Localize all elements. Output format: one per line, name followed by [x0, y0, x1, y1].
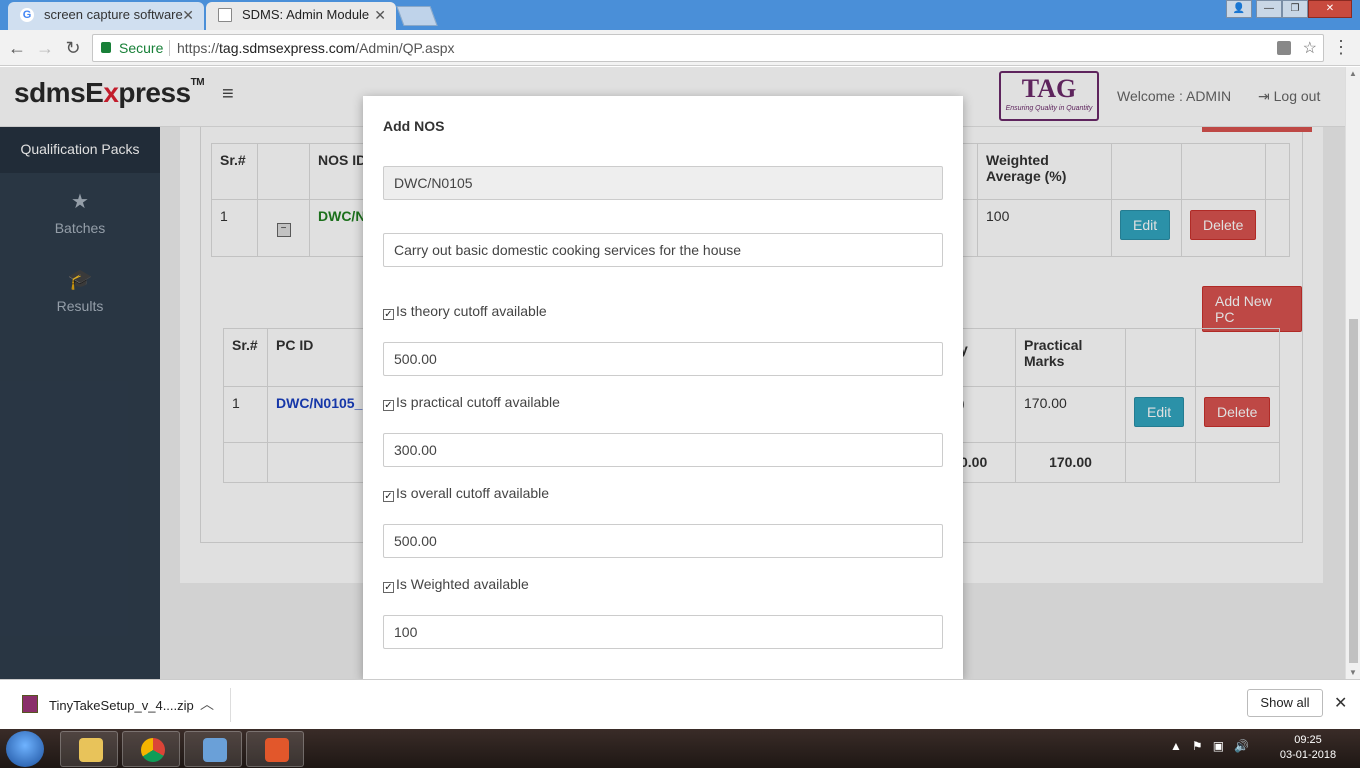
clock-time: 09:25 [1294, 734, 1322, 746]
tab-title: SDMS: Admin Module [242, 7, 370, 22]
downloads-bar: TinyTakeSetup_v_4....zip ︿ Show all ✕ [0, 679, 1360, 729]
overall-cutoff-checkbox[interactable]: ✓ [383, 491, 394, 502]
overall-cutoff-field[interactable]: 500.00 [383, 524, 943, 558]
practical-cutoff-field[interactable]: 300.00 [383, 433, 943, 467]
folder-icon [79, 738, 103, 762]
close-tab-icon[interactable]: ✕ [374, 2, 386, 28]
weighted-checkbox[interactable]: ✓ [383, 582, 394, 593]
volume-icon[interactable]: 🔊 [1234, 739, 1249, 753]
bookmark-star-icon[interactable]: ☆ [1303, 38, 1317, 58]
chrome-icon [141, 738, 165, 762]
browser-tab-screen-capture[interactable]: G screen capture software ✕ [8, 2, 204, 30]
close-window-button[interactable]: ✕ [1308, 0, 1352, 18]
new-tab-button[interactable] [396, 6, 438, 26]
browser-toolbar: ← → ↻ Secure https://tag.sdmsexpress.com… [0, 30, 1360, 66]
add-nos-modal: Add NOS DWC/N0105 Carry out basic domest… [363, 96, 963, 679]
url-host: tag.sdmsexpress.com [219, 40, 356, 56]
page-scrollbar[interactable]: ▲ ▼ [1345, 67, 1360, 679]
tinytake-taskbar-button[interactable] [246, 731, 304, 767]
divider [169, 40, 170, 56]
practical-cutoff-checkbox[interactable]: ✓ [383, 400, 394, 411]
theory-cutoff-checkbox-row: ✓ Is theory cutoff available [383, 303, 547, 320]
show-hidden-icons[interactable]: ▲ [1170, 739, 1182, 753]
page-icon [218, 8, 232, 22]
nos-description-field[interactable]: Carry out basic domestic cooking service… [383, 233, 943, 267]
theory-cutoff-field[interactable]: 500.00 [383, 342, 943, 376]
browser-tab-sdms[interactable]: SDMS: Admin Module ✕ [206, 2, 396, 30]
minimize-button[interactable]: — [1256, 0, 1282, 18]
flag-icon[interactable]: ⚑ [1192, 739, 1203, 753]
modal-title: Add NOS [383, 118, 445, 134]
clock-date: 03-01-2018 [1279, 749, 1337, 761]
secure-label: Secure [119, 40, 164, 56]
taskbar: ▲ ⚑ ▣ 🔊 09:25 03-01-2018 [0, 729, 1360, 768]
extension-icon[interactable] [1277, 41, 1291, 55]
browser-menu-icon[interactable]: ⋮ [1332, 38, 1350, 56]
checkbox-label: Is overall cutoff available [396, 485, 550, 501]
user-profile-icon[interactable]: 👤 [1226, 0, 1252, 18]
theory-cutoff-checkbox[interactable]: ✓ [383, 309, 394, 320]
weighted-checkbox-row: ✓ Is Weighted available [383, 576, 529, 593]
url-path: /Admin/QP.aspx [355, 40, 455, 56]
cube-icon [203, 738, 227, 762]
download-filename[interactable]: TinyTakeSetup_v_4....zip [49, 698, 194, 713]
url-text[interactable]: https://tag.sdmsexpress.com/Admin/QP.asp… [177, 40, 455, 56]
scroll-down-icon[interactable]: ▼ [1349, 668, 1357, 677]
start-button[interactable] [6, 731, 44, 767]
page-content: sdmsExpressTM ≡ TAG Ensuring Quality in … [0, 67, 1360, 679]
virtualbox-taskbar-button[interactable] [184, 731, 242, 767]
network-icon[interactable]: ▣ [1213, 739, 1224, 753]
overall-cutoff-checkbox-row: ✓ Is overall cutoff available [383, 485, 549, 502]
google-icon: G [20, 8, 34, 22]
reload-icon[interactable]: ↻ [62, 37, 84, 59]
chevron-up-icon[interactable]: ︿ [200, 694, 214, 714]
close-tab-icon[interactable]: ✕ [182, 2, 194, 28]
divider [230, 688, 231, 722]
lock-icon [101, 42, 111, 53]
show-all-button[interactable]: Show all [1247, 689, 1323, 717]
chrome-taskbar-button[interactable] [122, 731, 180, 767]
checkbox-label: Is Weighted available [396, 576, 529, 592]
nos-id-field[interactable]: DWC/N0105 [383, 166, 943, 200]
archive-icon [22, 695, 38, 713]
weighted-field[interactable]: 100 [383, 615, 943, 649]
system-clock[interactable]: 09:25 03-01-2018 [1276, 733, 1340, 763]
browser-tab-strip: G screen capture software ✕ SDMS: Admin … [0, 0, 1360, 30]
restore-button[interactable]: ❐ [1282, 0, 1308, 18]
scroll-up-icon[interactable]: ▲ [1349, 69, 1357, 78]
file-explorer-taskbar-button[interactable] [60, 731, 118, 767]
camera-icon [265, 738, 289, 762]
checkbox-label: Is theory cutoff available [396, 303, 547, 319]
close-downloads-icon[interactable]: ✕ [1334, 693, 1347, 713]
tab-title: screen capture software [44, 7, 183, 22]
checkbox-label: Is practical cutoff available [396, 394, 560, 410]
scrollbar-thumb[interactable] [1349, 319, 1358, 663]
address-bar[interactable]: Secure https://tag.sdmsexpress.com/Admin… [92, 34, 1324, 62]
forward-icon[interactable]: → [34, 37, 56, 59]
system-tray: ▲ ⚑ ▣ 🔊 [1170, 739, 1249, 753]
back-icon[interactable]: ← [6, 37, 28, 59]
practical-cutoff-checkbox-row: ✓ Is practical cutoff available [383, 394, 560, 411]
url-prefix: https:// [177, 40, 220, 56]
